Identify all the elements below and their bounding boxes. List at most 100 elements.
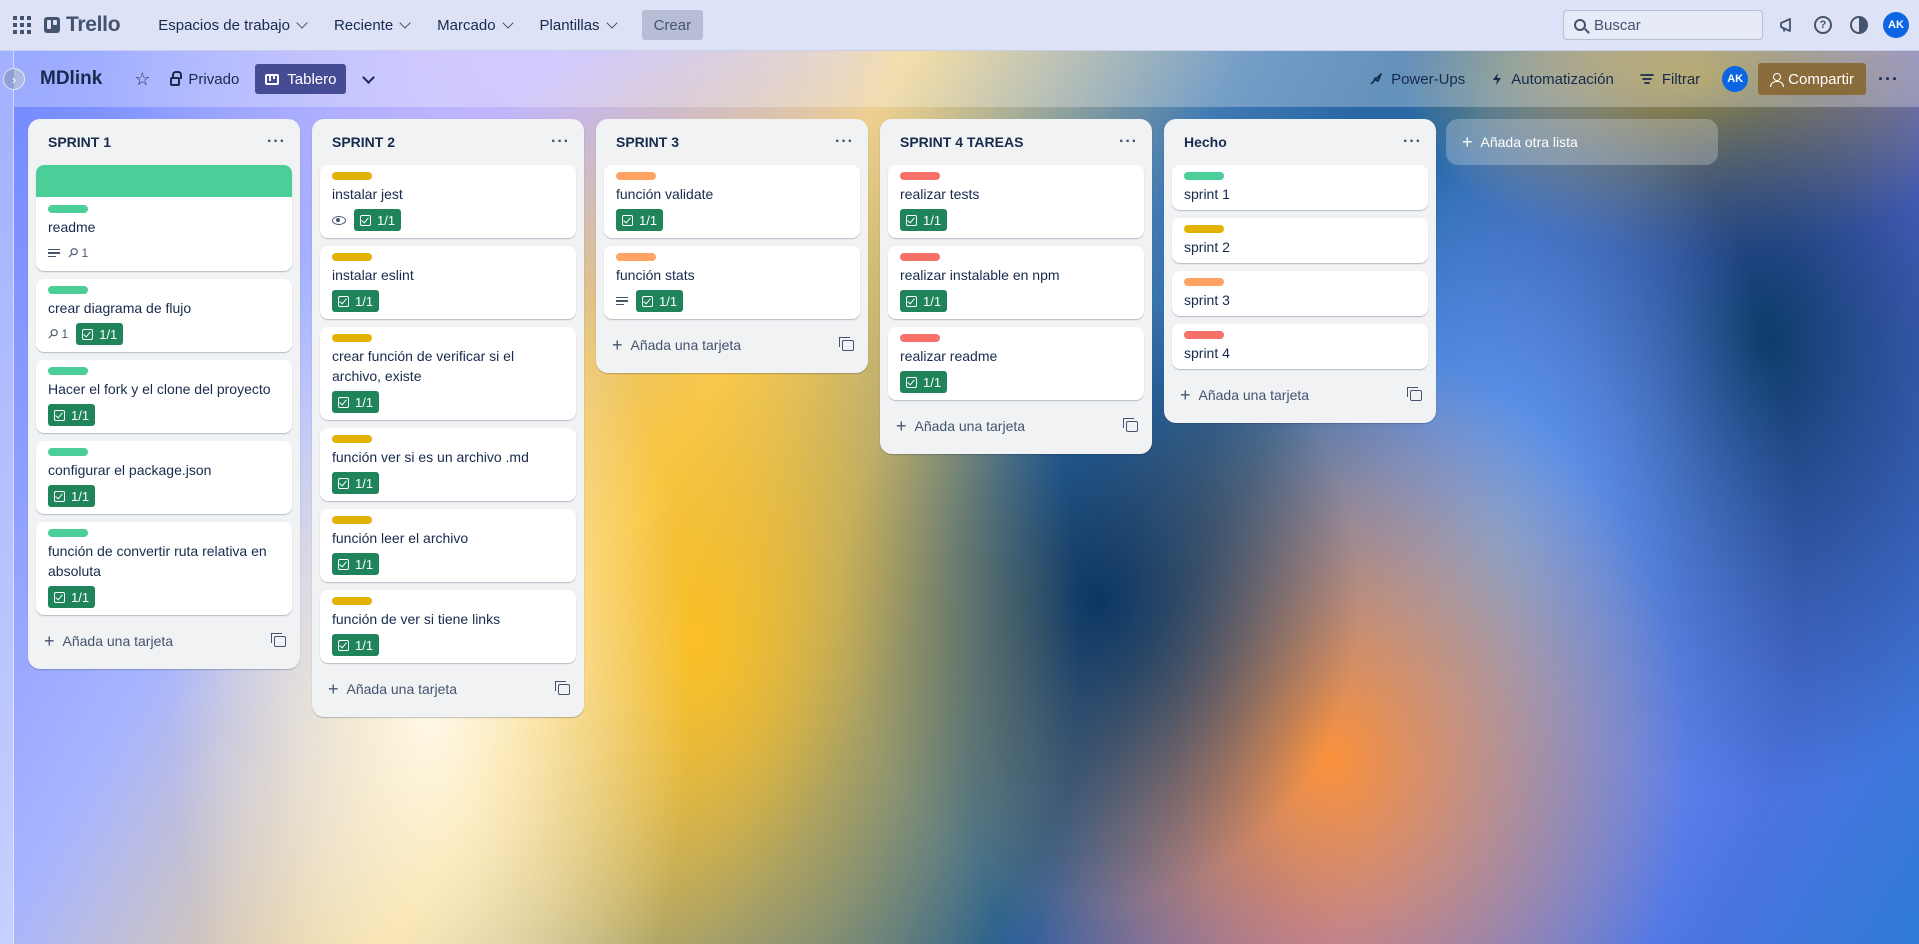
card-template-icon[interactable] — [839, 336, 854, 351]
share-button[interactable]: Compartir — [1758, 63, 1867, 95]
card[interactable]: realizar readme 1/1 — [888, 327, 1144, 400]
label-yellow[interactable] — [1184, 225, 1224, 233]
label-yellow[interactable] — [332, 435, 372, 443]
label-red[interactable] — [900, 334, 940, 342]
card[interactable]: readme ⚲ 1 — [36, 165, 292, 271]
card[interactable]: función stats 1/1 — [604, 246, 860, 319]
filter-button[interactable]: Filtrar — [1630, 64, 1710, 94]
list-title[interactable]: Hecho — [1184, 134, 1227, 150]
list-title[interactable]: SPRINT 3 — [616, 134, 679, 150]
label-yellow[interactable] — [332, 172, 372, 180]
trello-logo-icon — [44, 17, 60, 33]
help-icon[interactable]: ? — [1811, 13, 1835, 37]
view-switcher-chevron-icon[interactable] — [362, 70, 376, 84]
card[interactable]: Hacer el fork y el clone del proyecto 1/… — [36, 360, 292, 433]
label-yellow[interactable] — [332, 334, 372, 342]
label-yellow[interactable] — [332, 516, 372, 524]
search-input[interactable]: Buscar — [1563, 10, 1763, 40]
card[interactable]: función leer el archivo 1/1 — [320, 509, 576, 582]
label-green[interactable] — [48, 367, 88, 375]
card[interactable]: sprint 2 — [1172, 218, 1428, 263]
add-card-button[interactable]: + Añada una tarjeta — [896, 417, 1025, 435]
card[interactable]: instalar eslint 1/1 — [320, 246, 576, 319]
nav-right: Buscar ? AK — [1563, 10, 1909, 40]
add-card-button[interactable]: + Añada una tarjeta — [1180, 386, 1309, 404]
label-orange[interactable] — [616, 172, 656, 180]
card[interactable]: función de ver si tiene links 1/1 — [320, 590, 576, 663]
board-view-button[interactable]: Tablero — [255, 64, 347, 94]
label-red[interactable] — [900, 172, 940, 180]
label-green[interactable] — [48, 448, 88, 456]
checklist-badge: 1/1 — [332, 634, 380, 656]
nav-templates-menu[interactable]: Plantillas — [528, 9, 628, 41]
list-menu-icon[interactable]: ··· — [1119, 133, 1138, 151]
card[interactable]: crear función de verificar si el archivo… — [320, 327, 576, 420]
card[interactable]: función ver si es un archivo .md 1/1 — [320, 428, 576, 501]
user-avatar[interactable]: AK — [1883, 12, 1909, 38]
star-board-button[interactable]: ☆ — [124, 64, 160, 94]
nav-workspaces-menu[interactable]: Espacios de trabajo — [146, 9, 318, 41]
card-title: realizar tests — [900, 186, 980, 202]
label-green[interactable] — [1184, 172, 1224, 180]
checklist-icon — [338, 477, 349, 489]
add-list-button[interactable]: + Añada otra lista — [1446, 119, 1718, 165]
card-template-icon[interactable] — [1407, 386, 1422, 401]
powerups-button[interactable]: Power-Ups — [1359, 64, 1475, 94]
apps-grid-icon[interactable] — [12, 15, 32, 35]
label-orange[interactable] — [616, 253, 656, 261]
list-title[interactable]: SPRINT 1 — [48, 134, 111, 150]
card[interactable]: función de convertir ruta relativa en ab… — [36, 522, 292, 615]
label-red[interactable] — [900, 253, 940, 261]
trello-logo-text: Trello — [66, 13, 121, 36]
card[interactable]: sprint 1 — [1172, 165, 1428, 210]
card-template-icon[interactable] — [1123, 417, 1138, 432]
theme-icon[interactable] — [1847, 13, 1871, 37]
card-template-icon[interactable] — [555, 680, 570, 695]
add-card-button[interactable]: + Añada una tarjeta — [44, 632, 173, 650]
list-menu-icon[interactable]: ··· — [267, 133, 286, 151]
checklist-badge: 1/1 — [332, 472, 380, 494]
label-green[interactable] — [48, 205, 88, 213]
automation-button[interactable]: Automatización — [1481, 64, 1624, 94]
card[interactable]: configurar el package.json 1/1 — [36, 441, 292, 514]
card[interactable]: instalar jest 1/1 — [320, 165, 576, 238]
list-title[interactable]: SPRINT 2 — [332, 134, 395, 150]
search-placeholder: Buscar — [1594, 16, 1641, 34]
add-card-button[interactable]: + Añada una tarjeta — [328, 680, 457, 698]
card[interactable]: sprint 3 — [1172, 271, 1428, 316]
card[interactable]: realizar instalable en npm 1/1 — [888, 246, 1144, 319]
add-card-button[interactable]: + Añada una tarjeta — [612, 336, 741, 354]
list-menu-icon[interactable]: ··· — [1403, 133, 1422, 151]
trello-logo[interactable]: Trello — [44, 13, 121, 37]
megaphone-icon[interactable] — [1775, 13, 1799, 37]
label-orange[interactable] — [1184, 278, 1224, 286]
rocket-icon — [1370, 73, 1382, 85]
label-yellow[interactable] — [332, 253, 372, 261]
list-title[interactable]: SPRINT 4 TAREAS — [900, 134, 1023, 150]
card-template-icon[interactable] — [271, 632, 286, 647]
create-button[interactable]: Crear — [641, 10, 704, 40]
card[interactable]: sprint 4 — [1172, 324, 1428, 369]
nav-starred-menu[interactable]: Marcado — [425, 9, 523, 41]
card[interactable]: crear diagrama de flujo ⚲ 1 1/1 — [36, 279, 292, 352]
card[interactable]: función validate 1/1 — [604, 165, 860, 238]
nav-workspaces-label: Espacios de trabajo — [158, 16, 290, 34]
board-menu-icon[interactable]: ··· — [1872, 69, 1905, 90]
visibility-button[interactable]: Privado — [160, 64, 249, 94]
nav-recent-menu[interactable]: Reciente — [322, 9, 421, 41]
card-badges: 1/1 — [48, 484, 280, 508]
checklist-icon — [338, 558, 349, 570]
label-green[interactable] — [48, 529, 88, 537]
card[interactable]: realizar tests 1/1 — [888, 165, 1144, 238]
label-red[interactable] — [1184, 331, 1224, 339]
list-menu-icon[interactable]: ··· — [835, 133, 854, 151]
board-title[interactable]: MDlink — [40, 68, 102, 90]
list-footer: + Añada una tarjeta — [604, 325, 860, 365]
label-green[interactable] — [48, 286, 88, 294]
board-icon — [265, 73, 280, 85]
nav-templates-label: Plantillas — [539, 16, 600, 34]
list-menu-icon[interactable]: ··· — [551, 133, 570, 151]
card-badges: 1/1 — [616, 289, 848, 313]
label-yellow[interactable] — [332, 597, 372, 605]
board-member-avatar[interactable]: AK — [1722, 66, 1749, 92]
